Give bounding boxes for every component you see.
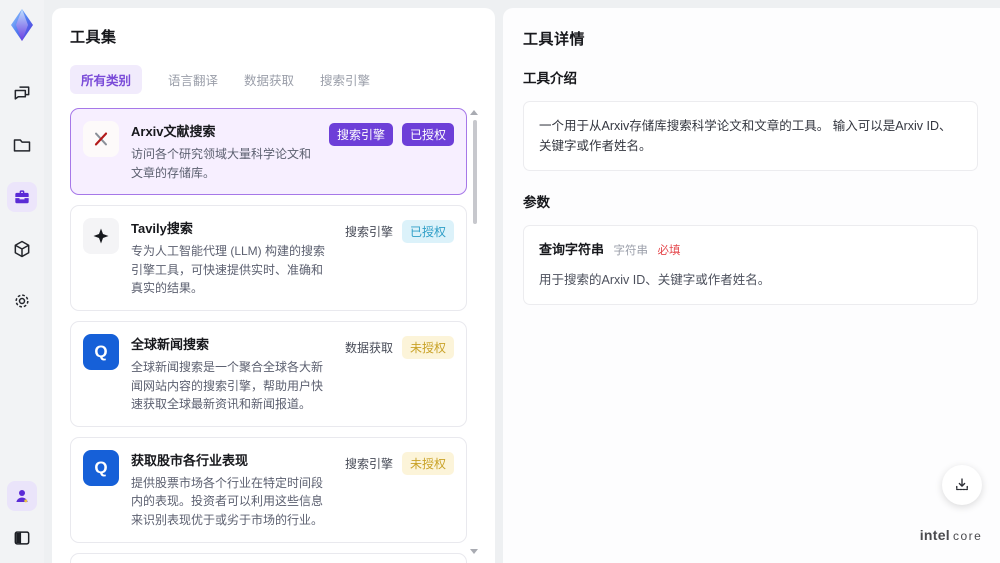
category-tag: 搜索引擎	[328, 123, 393, 146]
tool-list-scrollbar[interactable]	[470, 108, 479, 563]
tool-info: Tavily搜索专为人工智能代理 (LLM) 构建的搜索引擎工具，可快速提供实时…	[131, 218, 333, 298]
tool-card[interactable]: Arxiv文献搜索访问各个研究领域大量科学论文和文章的存储库。 搜索引擎 已授权	[70, 108, 467, 196]
intro-heading: 工具介绍	[523, 71, 577, 86]
category-tag: 搜索引擎	[344, 225, 393, 240]
scrollbar-thumb[interactable]	[473, 120, 477, 224]
tool-info: 获取股市各行业表现提供股票市场各个行业在特定时间段内的表现。投资者可以利用这些信…	[131, 450, 333, 530]
sidebar-item-files[interactable]	[7, 130, 37, 160]
scroll-down-arrow[interactable]	[470, 549, 478, 554]
tab-1[interactable]: 语言翻译	[168, 65, 218, 94]
param-type: 字符串	[613, 245, 649, 257]
intel-core-logo: intel core	[916, 527, 986, 545]
sidebar-item-settings[interactable]	[7, 286, 37, 316]
sidebar-item-panel-toggle[interactable]	[7, 523, 37, 553]
auth-status-badge: 未授权	[401, 335, 454, 359]
news-q-icon: Q	[83, 333, 119, 370]
auth-status-badge: 未授权	[401, 451, 454, 475]
tool-description: 专为人工智能代理 (LLM) 构建的搜索引擎工具，可快速提供实时、准确和真实的结…	[131, 244, 326, 296]
user-icon	[16, 490, 28, 503]
download-icon	[956, 478, 968, 491]
sidebar-item-chat[interactable]	[7, 78, 37, 108]
auth-status-badge: 已授权	[401, 123, 454, 146]
folder-icon	[13, 139, 31, 152]
tool-name: Tavily搜索	[131, 221, 193, 237]
category-tag: 搜索引擎	[344, 456, 393, 471]
tool-name: 获取股市各行业表现	[131, 452, 249, 468]
panel-toggle-icon	[14, 531, 30, 545]
tool-description: 全球新闻搜索是一个聚合全球各大新闻网站内容的搜索引擎，帮助用户快速获取全球最新资…	[131, 359, 324, 412]
param-name: 查询字符串	[539, 242, 605, 257]
sidebar-item-packages[interactable]	[7, 234, 37, 264]
tab-3[interactable]: 搜索引擎	[320, 65, 370, 94]
download-button[interactable]	[942, 465, 982, 505]
tool-tags: 数据获取 未授权	[345, 334, 454, 359]
intro-text: 一个用于从Arxiv存储库搜索科学论文和文章的工具。 输入可以是Arxiv ID…	[539, 119, 952, 153]
params-heading: 参数	[523, 195, 550, 210]
tool-description: 访问各个研究领域大量科学论文和文章的存储库。	[131, 147, 312, 180]
tool-name: Arxiv文献搜索	[131, 124, 216, 139]
tab-2[interactable]: 数据获取	[244, 65, 294, 94]
tool-info: Arxiv文献搜索访问各个研究领域大量科学论文和文章的存储库。	[131, 121, 317, 182]
toolbox-icon	[15, 190, 29, 204]
core-logo-text: core	[952, 529, 983, 543]
category-tag: 数据获取	[344, 340, 393, 355]
scroll-up-arrow[interactable]	[470, 110, 478, 115]
tool-tags: 搜索引擎 未授权	[345, 450, 454, 475]
param-header: 查询字符串 字符串 必填	[539, 240, 962, 261]
param-box: 查询字符串 字符串 必填 用于搜索的Arxiv ID、关键字或作者姓名。	[523, 225, 978, 305]
tab-0[interactable]: 所有类别	[70, 65, 143, 94]
news-q-icon: Q	[83, 449, 119, 486]
tool-tags: 搜索引擎 已授权	[328, 121, 454, 146]
intro-box: 一个用于从Arxiv存储库搜索科学论文和文章的工具。 输入可以是Arxiv ID…	[523, 101, 978, 171]
intel-logo-text: intel	[919, 527, 950, 543]
tool-card[interactable]: Q 获取股市各行业表现提供股票市场各个行业在特定时间段内的表现。投资者可以利用这些…	[70, 436, 467, 543]
gear-icon	[15, 294, 29, 308]
param-required-badge: 必填	[657, 245, 681, 257]
toolset-panel: 工具集 所有类别 语言翻译 数据获取 搜索引擎 Arxiv文献搜索 访问各个研究领域大量…	[52, 8, 495, 563]
tool-info: 全球新闻搜索全球新闻搜索是一个聚合全球各大新闻网站内容的搜索引擎，帮助用户快速获…	[131, 334, 333, 414]
tavily-icon	[83, 218, 119, 255]
tool-name: 全球新闻搜索	[131, 336, 210, 352]
tool-card[interactable]: Tavily搜索专为人工智能代理 (LLM) 构建的搜索引擎工具，可快速提供实时…	[70, 205, 467, 311]
tool-list: Arxiv文献搜索 访问各个研究领域大量科学论文和文章的存储库。 搜索引擎 已授权 Ta…	[70, 108, 479, 563]
tool-card[interactable]: Q获取市场最活跃股票信息提供当天交易量最高的股票列表。投资者可以利用这些信息来识…	[70, 552, 467, 563]
sidebar-item-user[interactable]	[7, 481, 37, 511]
chat-icon	[14, 86, 30, 100]
tool-description: 提供股票市场各个行业在特定时间段内的表现。投资者可以利用这些信息来识别表现优于或…	[131, 475, 324, 527]
app-logo-icon[interactable]	[6, 8, 38, 42]
toolset-title: 工具集	[70, 29, 117, 46]
category-tabs: 所有类别 语言翻译 数据获取 搜索引擎	[70, 65, 479, 94]
sidebar-item-toolbox[interactable]	[7, 182, 37, 212]
tool-details-panel: 工具详情 工具介绍 一个用于从Arxiv存储库搜索科学论文和文章的工具。 输入可…	[503, 8, 1000, 563]
details-title: 工具详情	[523, 31, 586, 48]
tool-tags: 搜索引擎 已授权	[344, 218, 454, 244]
cube-icon	[14, 240, 30, 258]
tool-card[interactable]: Q 全球新闻搜索全球新闻搜索是一个聚合全球各大新闻网站内容的搜索引擎，帮助用户快速…	[70, 320, 467, 427]
left-rail	[0, 0, 44, 563]
arxiv-icon	[83, 121, 119, 157]
auth-status-badge: 已授权	[401, 220, 454, 244]
param-description: 用于搜索的Arxiv ID、关键字或作者姓名。	[539, 272, 771, 287]
